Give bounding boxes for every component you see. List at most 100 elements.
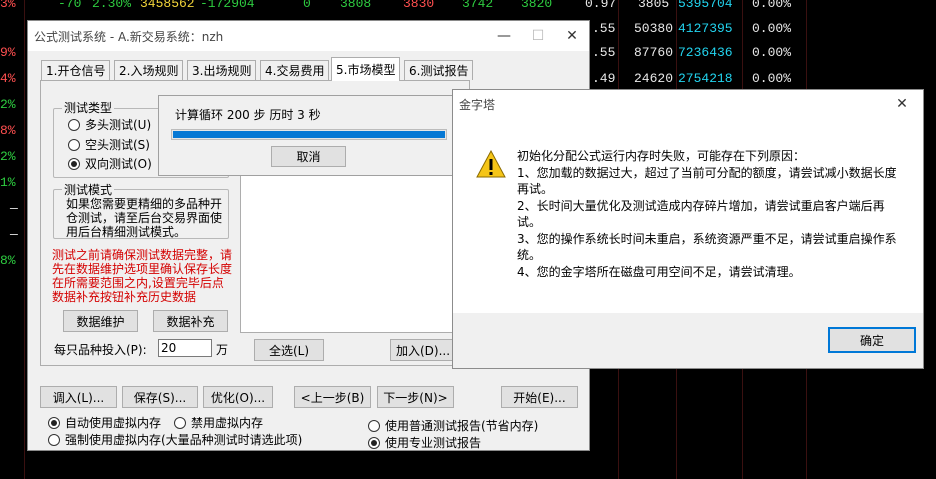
auto-virtual-memory-radio[interactable]: 自动使用虚拟内存 xyxy=(48,414,161,431)
radio-label: 强制使用虚拟内存(大量品种测试时请选此项) xyxy=(65,433,303,447)
change-pct-cell: 4% xyxy=(0,71,16,86)
error-dialog: 金字塔 ✕ 初始化分配公式运行内存时失败，可能存在下列原因： 1、您加载的数据过… xyxy=(452,89,924,369)
test-mode-label: 测试模式 xyxy=(62,181,115,198)
window-title: 公式测试系统 - A.新交易系统：nzh xyxy=(34,30,224,44)
warning-icon xyxy=(476,150,506,178)
normal-report-radio[interactable]: 使用普通测试报告(节省内存) xyxy=(368,417,538,434)
change-pct-cell: — xyxy=(10,227,18,242)
quote-cell: 3805 xyxy=(638,0,670,11)
radio-label: 使用普通测试报告(节省内存) xyxy=(385,419,539,433)
tab-label: 1.开仓信号 xyxy=(46,64,106,78)
quote-cell: 3808 xyxy=(340,0,372,11)
quote-cell: 24620 xyxy=(634,71,674,86)
radio-indicator xyxy=(68,138,80,151)
pro-report-radio[interactable]: 使用专业测试报告 xyxy=(368,434,481,451)
optimize-button[interactable]: 优化(O)... xyxy=(203,386,273,408)
title-bar[interactable]: 公式测试系统 - A.新交易系统：nzh — ☐ ✕ xyxy=(28,21,589,51)
save-button[interactable]: 保存(S)... xyxy=(122,386,198,408)
prev-step-button[interactable]: <上一步(B) xyxy=(294,386,371,408)
tab-exit-rules[interactable]: 3.出场规则 xyxy=(187,60,257,80)
per-item-unit: 万 xyxy=(216,343,229,357)
quote-cell: 2754218 xyxy=(678,71,733,86)
error-line: 1、您加载的数据过大，超过了当前可分配的额度，请尝试减小数据长度再试。 xyxy=(517,165,897,197)
quote-cell: .55 xyxy=(592,45,616,60)
quote-cell: 0 xyxy=(303,0,311,11)
change-pct-cell: 3% xyxy=(0,0,16,11)
quote-cell: 50380 xyxy=(634,21,674,36)
radio-label: 禁用虚拟内存 xyxy=(191,416,264,430)
change-pct-cell: 9% xyxy=(0,45,16,60)
progress-bar xyxy=(171,129,447,140)
radio-label: 使用专业测试报告 xyxy=(385,436,482,450)
start-button[interactable]: 开始(E)... xyxy=(501,386,578,408)
add-button[interactable]: 加入(D)... xyxy=(390,339,456,361)
close-icon[interactable]: ✕ xyxy=(885,90,919,118)
progress-dialog: 计算循环 200 步 历时 3 秒 取消 xyxy=(158,95,461,176)
quote-cell: 5395704 xyxy=(678,0,733,11)
tab-market-model[interactable]: 5.市场模型 xyxy=(331,57,401,81)
progress-message: 计算循环 200 步 历时 3 秒 xyxy=(175,108,321,122)
change-pct-cell: — xyxy=(10,201,18,216)
error-line: 3、您的操作系统长时间未重启，系统资源严重不足，请尝试重启操作系统。 xyxy=(517,231,897,263)
change-pct-cell: 2% xyxy=(0,97,16,112)
close-icon[interactable]: ✕ xyxy=(555,21,589,51)
radio-label: 自动使用虚拟内存 xyxy=(65,416,162,430)
quote-cell: 0.00% xyxy=(752,45,792,60)
quote-cell: 3820 xyxy=(521,0,553,11)
change-pct-cell: 1% xyxy=(0,175,16,190)
next-step-button[interactable]: 下一步(N)> xyxy=(377,386,454,408)
error-line: 初始化分配公式运行内存时失败，可能存在下列原因： xyxy=(517,149,806,163)
cancel-button[interactable]: 取消 xyxy=(271,146,346,167)
error-message: 初始化分配公式运行内存时失败，可能存在下列原因： 1、您加载的数据过大，超过了当… xyxy=(517,148,897,280)
per-item-investment-input[interactable]: 20 xyxy=(158,339,212,357)
bidirectional-test-radio[interactable]: 双向测试(O) xyxy=(68,155,152,172)
radio-label: 多头测试(U) xyxy=(85,118,152,132)
quote-cell: .49 xyxy=(592,71,616,86)
load-button[interactable]: 调入(L)... xyxy=(40,386,117,408)
quote-cell: 4127395 xyxy=(678,21,733,36)
tab-label: 4.交易费用 xyxy=(265,64,325,78)
title-bar[interactable]: 金字塔 ✕ xyxy=(453,90,923,118)
quote-cell: 3830 xyxy=(403,0,435,11)
force-virtual-memory-radio[interactable]: 强制使用虚拟内存(大量品种测试时请选此项) xyxy=(48,431,302,448)
tab-entry-rules[interactable]: 2.入场规则 xyxy=(114,60,184,80)
data-maintain-button[interactable]: 数据维护 xyxy=(63,310,138,332)
test-mode-description: 如果您需要更精细的多品种开仓测试，请至后台交易界面使用后台精细测试模式。 xyxy=(66,197,223,239)
tab-trade-fees[interactable]: 4.交易费用 xyxy=(260,60,330,80)
quote-cell: 7236436 xyxy=(678,45,733,60)
quote-cell: -172904 xyxy=(200,0,255,11)
radio-indicator xyxy=(68,157,80,170)
data-supplement-button[interactable]: 数据补充 xyxy=(153,310,228,332)
radio-indicator xyxy=(48,416,60,429)
radio-label: 空头测试(S) xyxy=(85,138,150,152)
tab-open-signal[interactable]: 1.开仓信号 xyxy=(41,60,111,80)
market-list[interactable] xyxy=(240,163,454,333)
quote-cell: 0.00% xyxy=(752,71,792,86)
long-test-radio[interactable]: 多头测试(U) xyxy=(68,116,151,133)
quote-cell: 3742 xyxy=(462,0,494,11)
radio-label: 双向测试(O) xyxy=(85,157,152,171)
quote-cell: 87760 xyxy=(634,45,674,60)
data-warning-text: 测试之前请确保测试数据完整，请先在数据维护选项里确认保存长度在所需要范围之内,设… xyxy=(52,248,233,304)
dialog-title: 金字塔 xyxy=(459,98,496,112)
quote-cell: 0.00% xyxy=(752,21,792,36)
disable-virtual-memory-radio[interactable]: 禁用虚拟内存 xyxy=(174,414,263,431)
tab-label: 3.出场规则 xyxy=(192,64,252,78)
radio-indicator xyxy=(174,416,186,429)
tab-label: 6.测试报告 xyxy=(409,64,469,78)
ok-button[interactable]: 确定 xyxy=(828,327,916,353)
progress-bar-fill xyxy=(173,131,445,138)
quote-cell: -70 xyxy=(58,0,82,11)
tab-test-report[interactable]: 6.测试报告 xyxy=(404,60,474,80)
per-item-investment-label: 每只品种投入(P): xyxy=(54,343,147,357)
short-test-radio[interactable]: 空头测试(S) xyxy=(68,136,150,153)
radio-indicator xyxy=(48,433,60,446)
minimize-icon[interactable]: — xyxy=(487,21,521,51)
select-all-button[interactable]: 全选(L) xyxy=(254,339,324,361)
quote-cell: 0.97 xyxy=(585,0,617,11)
quote-row[interactable]: 3% -70 2.30% 3458562 -172904 0 3808 3830… xyxy=(0,0,936,16)
radio-indicator xyxy=(368,436,380,449)
quote-cell: 2.30% xyxy=(92,0,132,11)
maximize-icon: ☐ xyxy=(531,28,545,44)
change-pct-cell: 8% xyxy=(0,253,16,268)
